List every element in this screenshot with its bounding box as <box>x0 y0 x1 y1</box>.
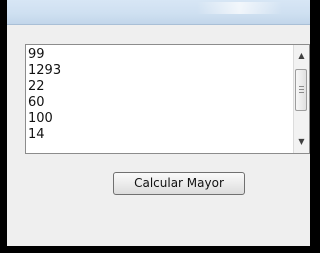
numbers-list[interactable]: 99 1293 22 60 100 14 ▲ ▼ <box>25 44 310 154</box>
list-item[interactable]: 99 <box>28 47 292 63</box>
scrollbar-thumb[interactable] <box>295 69 307 111</box>
scroll-up-icon[interactable]: ▲ <box>294 49 309 63</box>
title-bar-highlight <box>197 2 282 14</box>
list-item[interactable]: 14 <box>28 127 292 143</box>
list-item[interactable]: 100 <box>28 111 292 127</box>
calcular-mayor-button[interactable]: Calcular Mayor <box>113 172 245 195</box>
list-items: 99 1293 22 60 100 14 <box>28 47 292 143</box>
list-item[interactable]: 60 <box>28 95 292 111</box>
title-bar[interactable] <box>7 0 310 25</box>
vertical-scrollbar[interactable]: ▲ ▼ <box>293 45 309 153</box>
app-window: 99 1293 22 60 100 14 ▲ ▼ Calcular Mayor <box>7 0 310 246</box>
scroll-down-icon[interactable]: ▼ <box>294 135 309 149</box>
grip-icon <box>299 86 304 94</box>
list-item[interactable]: 22 <box>28 79 292 95</box>
list-item[interactable]: 1293 <box>28 63 292 79</box>
window-content: 99 1293 22 60 100 14 ▲ ▼ Calcular Mayor <box>7 25 310 246</box>
